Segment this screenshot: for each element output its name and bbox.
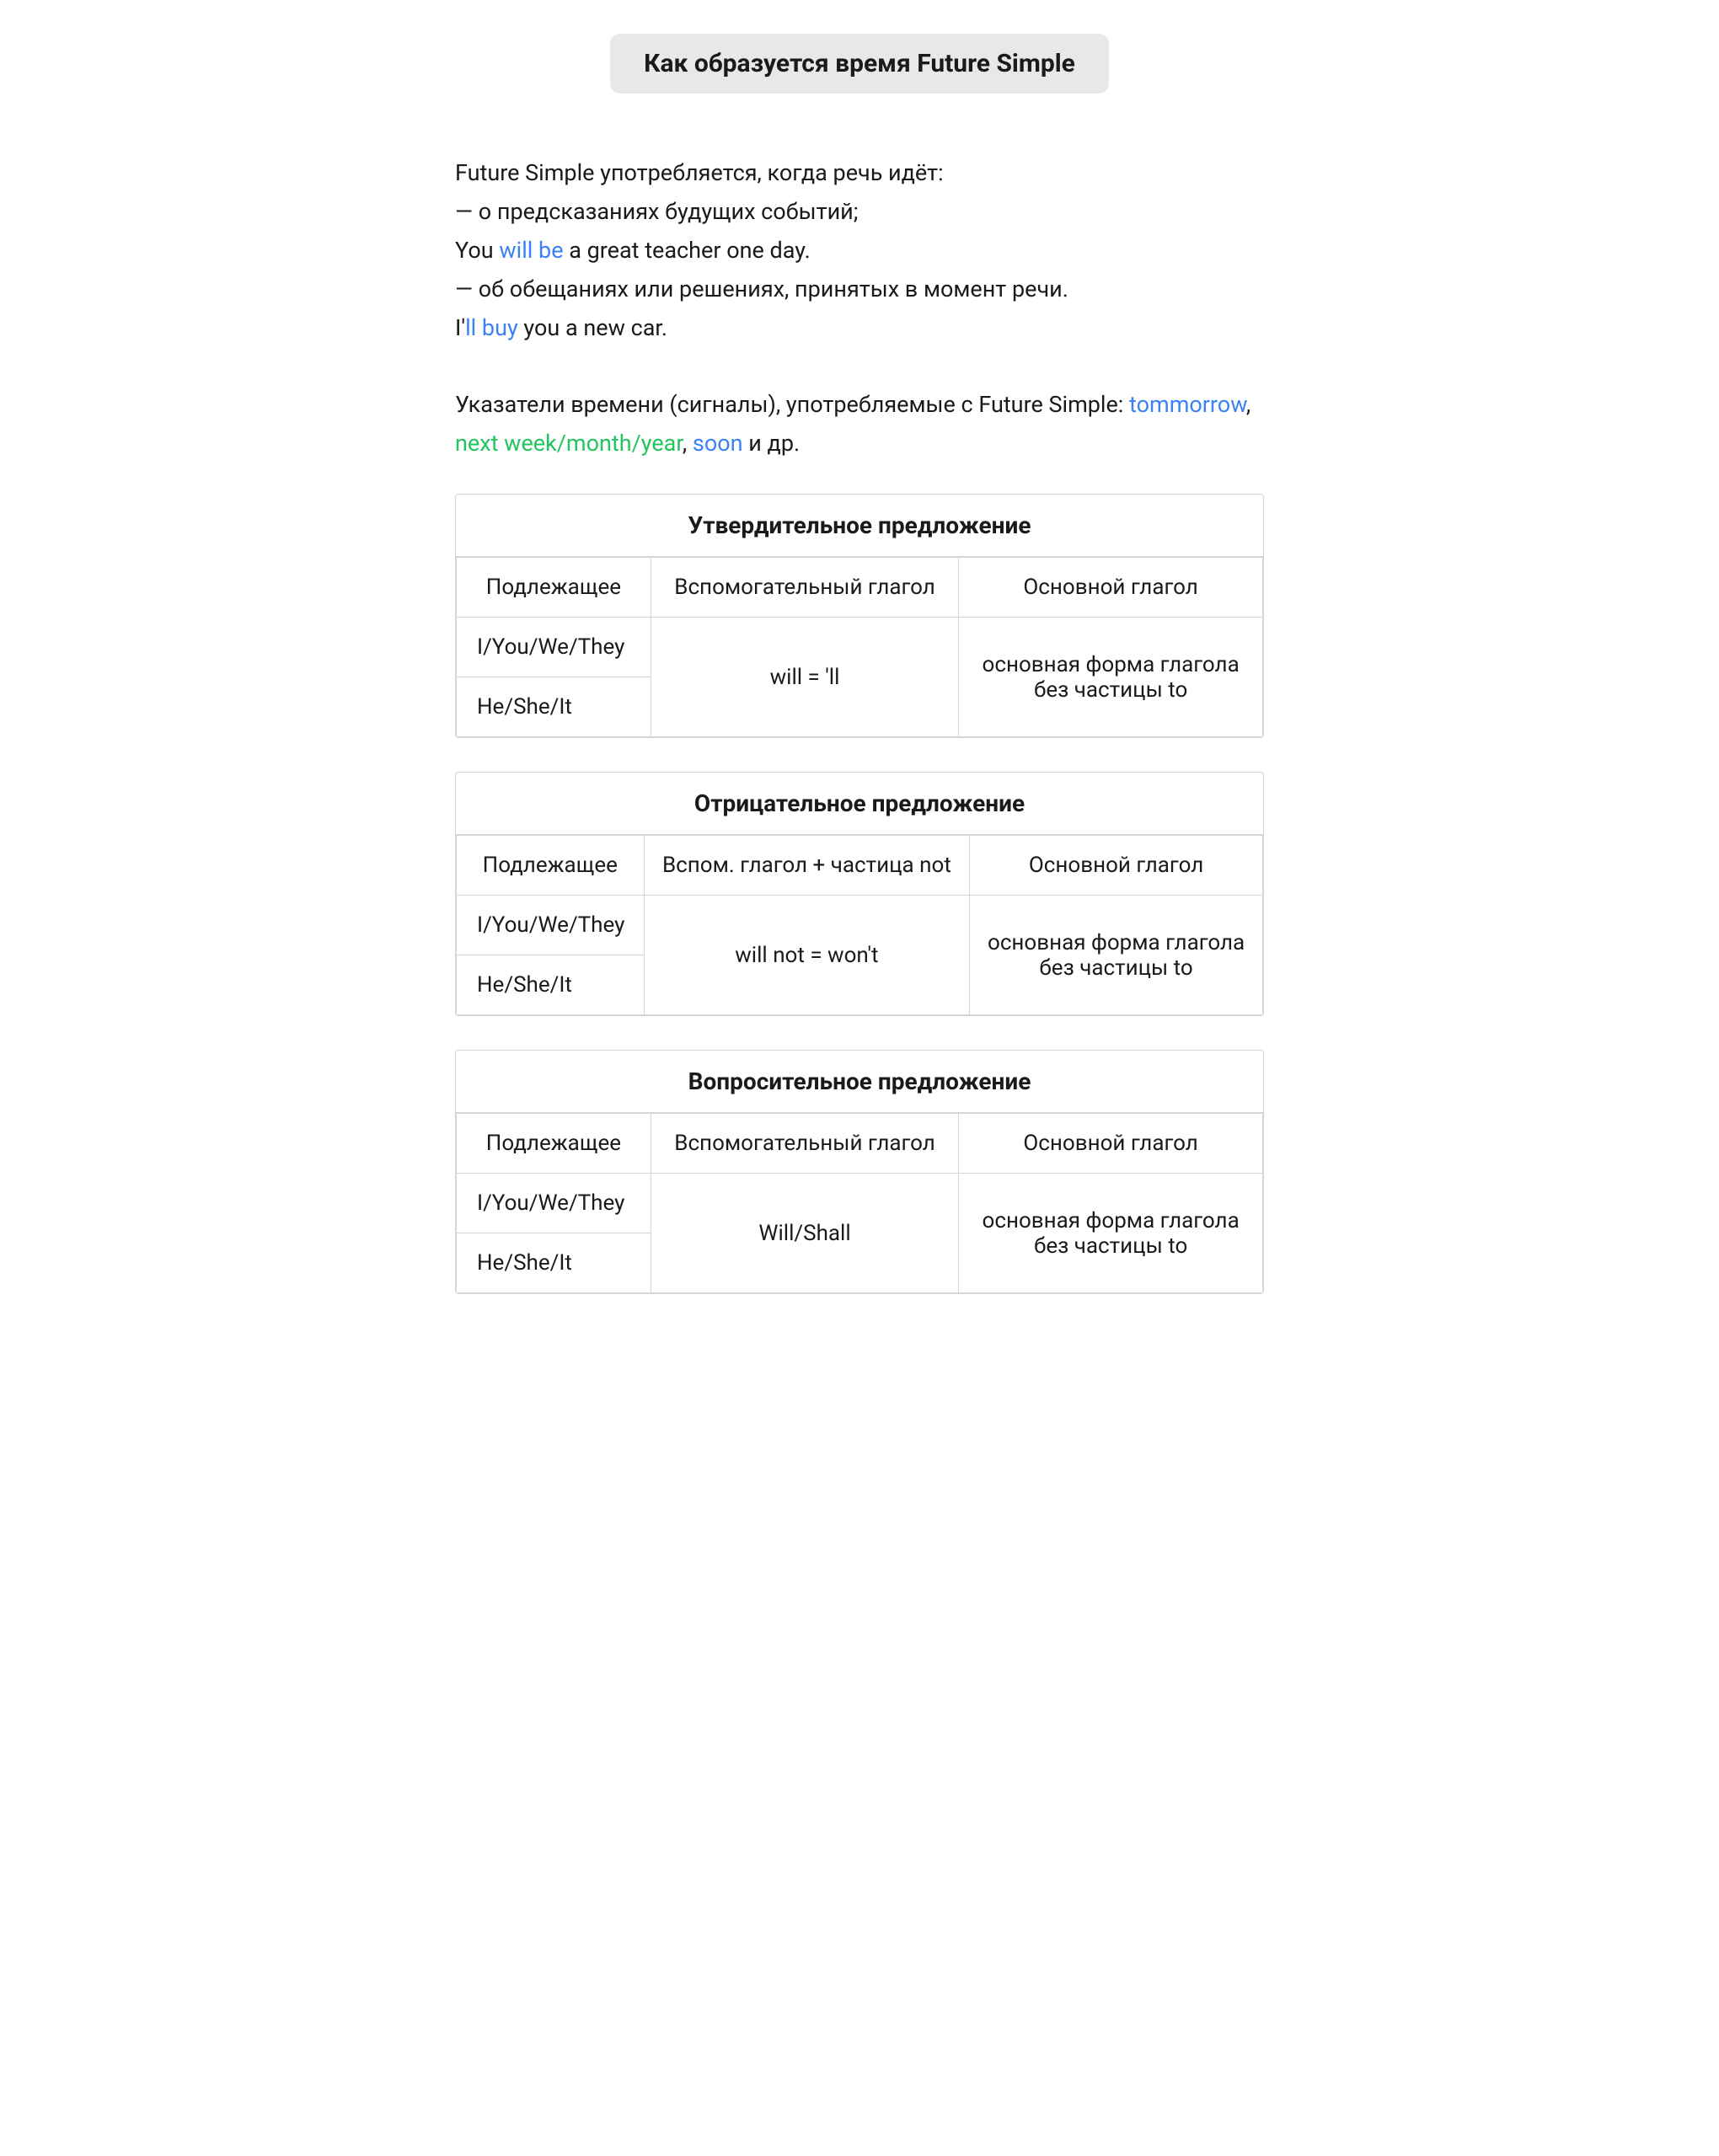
question-col2-header: Вспомогательный глагол (651, 1114, 958, 1174)
intro-line1: Future Simple употребляется, когда речь … (455, 154, 1264, 193)
affirmative-section: Утвердительное предложение Подлежащее Вс… (455, 494, 1264, 738)
affirmative-table: Подлежащее Вспомогательный глагол Основн… (456, 557, 1263, 737)
intro-line6: Указатели времени (сигналы), употребляем… (455, 386, 1264, 463)
affirmative-subject1: I/You/We/They (457, 618, 651, 677)
question-aux-verb: Will/Shall (651, 1174, 958, 1293)
intro-line2: — о предсказаниях будущих событий; (455, 193, 1264, 232)
affirmative-col3-header: Основной глагол (959, 558, 1263, 618)
page-title: Как образуется время Future Simple (644, 49, 1075, 78)
negative-header-row: Подлежащее Вспом. глагол + частица not О… (457, 836, 1263, 896)
negative-col1-header: Подлежащее (457, 836, 645, 896)
question-section: Вопросительное предложение Подлежащее Вс… (455, 1050, 1264, 1294)
negative-table: Подлежащее Вспом. глагол + частица not О… (456, 835, 1263, 1015)
page-title-box: Как образуется время Future Simple (610, 34, 1109, 94)
question-subject2: He/She/It (457, 1233, 651, 1293)
negative-main-verb: основная форма глагола без частицы to (970, 896, 1263, 1015)
negative-title: Отрицательное предложение (456, 773, 1263, 835)
negative-col3-header: Основной глагол (970, 836, 1263, 896)
negative-section: Отрицательное предложение Подлежащее Всп… (455, 772, 1264, 1016)
intro-line3: You will be a great teacher one day. (455, 232, 1264, 270)
affirmative-col2-header: Вспомогательный глагол (651, 558, 958, 618)
negative-col2-header: Вспом. глагол + частица not (644, 836, 970, 896)
intro-line5: I'll buy you a new car. (455, 309, 1264, 348)
affirmative-subject2: He/She/It (457, 677, 651, 737)
intro-text-block: Future Simple употребляется, когда речь … (455, 154, 1264, 463)
title-container: Как образуется время Future Simple (455, 34, 1264, 124)
affirmative-col1-header: Подлежащее (457, 558, 651, 618)
question-col3-header: Основной глагол (959, 1114, 1263, 1174)
intro-line4: — об обещаниях или решениях, принятых в … (455, 270, 1264, 309)
question-col1-header: Подлежащее (457, 1114, 651, 1174)
negative-subject1-row: I/You/We/They will not = won't основная … (457, 896, 1263, 955)
negative-subject2: He/She/It (457, 955, 645, 1015)
question-subject1-row: I/You/We/They Will/Shall основная форма … (457, 1174, 1263, 1233)
affirmative-aux-verb: will = 'll (651, 618, 958, 737)
question-title: Вопросительное предложение (456, 1051, 1263, 1113)
question-main-verb: основная форма глагола без частицы to (959, 1174, 1263, 1293)
negative-aux-verb: will not = won't (644, 896, 970, 1015)
question-header-row: Подлежащее Вспомогательный глагол Основн… (457, 1114, 1263, 1174)
negative-subject1: I/You/We/They (457, 896, 645, 955)
affirmative-title: Утвердительное предложение (456, 495, 1263, 557)
question-table: Подлежащее Вспомогательный глагол Основн… (456, 1113, 1263, 1293)
affirmative-main-verb: основная форма глагола без частицы to (959, 618, 1263, 737)
affirmative-header-row: Подлежащее Вспомогательный глагол Основн… (457, 558, 1263, 618)
affirmative-subject1-row: I/You/We/They will = 'll основная форма … (457, 618, 1263, 677)
question-subject1: I/You/We/They (457, 1174, 651, 1233)
